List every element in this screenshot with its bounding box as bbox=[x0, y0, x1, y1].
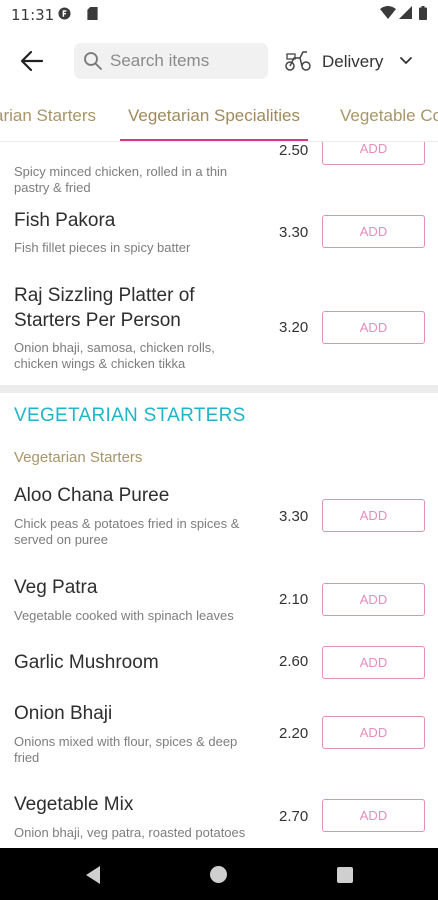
item-price: 2.70 bbox=[279, 808, 309, 825]
section-divider bbox=[0, 385, 438, 393]
item-price: 3.30 bbox=[279, 224, 309, 241]
nav-home-icon[interactable] bbox=[210, 866, 227, 883]
item-name: Raj Sizzling Platter of Starters Per Per… bbox=[14, 285, 195, 331]
item-name: Fish Pakora bbox=[14, 210, 116, 231]
category-tabs: arian Starters Vegetarian Specialities V… bbox=[0, 98, 438, 142]
app-bar: Delivery bbox=[0, 28, 438, 98]
item-price: 2.20 bbox=[279, 725, 309, 742]
item-name: Onion Bhaji bbox=[14, 703, 113, 724]
arrow-left-icon bbox=[20, 50, 44, 72]
item-price: 3.30 bbox=[279, 508, 309, 525]
status-bar: 11:31 bbox=[0, 0, 438, 28]
item-description: Onion bhaji, veg patra, roasted potatoes bbox=[14, 825, 246, 840]
section-title: VEGETARIAN STARTERS bbox=[14, 405, 246, 426]
add-button[interactable]: ADD bbox=[322, 799, 425, 832]
tab-vegetable-co[interactable]: Vegetable Co bbox=[340, 106, 438, 141]
add-button[interactable]: ADD bbox=[322, 583, 425, 616]
tab-vegetarian-starters[interactable]: arian Starters bbox=[0, 106, 96, 141]
item-description: Chick peas & potatoes fried in spices & … bbox=[14, 516, 240, 547]
nav-back-icon[interactable] bbox=[84, 865, 102, 885]
status-time: 11:31 bbox=[11, 6, 55, 24]
add-button[interactable]: ADD bbox=[322, 646, 425, 679]
item-name: Garlic Mushroom bbox=[14, 652, 159, 673]
delivery-label: Delivery bbox=[322, 52, 384, 71]
item-description: Onion bhaji, samosa, chicken rolls, chic… bbox=[14, 340, 215, 371]
delivery-selector[interactable]: Delivery bbox=[284, 46, 424, 76]
add-button[interactable]: ADD bbox=[322, 142, 425, 165]
item-name: Vegetable Mix bbox=[14, 794, 134, 815]
chevron-down-icon bbox=[400, 57, 412, 64]
search-input[interactable] bbox=[110, 43, 260, 79]
nav-recents-icon[interactable] bbox=[337, 867, 353, 883]
add-button[interactable]: ADD bbox=[322, 499, 425, 532]
item-price: 2.10 bbox=[279, 591, 309, 608]
system-nav-bar bbox=[0, 848, 438, 900]
item-name: Veg Patra bbox=[14, 577, 98, 598]
section-subtitle: Vegetarian Starters bbox=[14, 449, 143, 466]
wifi-icon bbox=[380, 6, 396, 19]
item-name: Aloo Chana Puree bbox=[14, 485, 170, 506]
item-description: Fish fillet pieces in spicy batter bbox=[14, 240, 191, 255]
menu-list: Spicy minced chicken, rolled in a thin p… bbox=[0, 142, 438, 848]
back-button[interactable] bbox=[14, 46, 52, 76]
tab-vegetarian-specialities[interactable]: Vegetarian Specialities bbox=[120, 106, 309, 141]
search-box[interactable] bbox=[74, 43, 268, 79]
item-price: 3.20 bbox=[279, 319, 309, 336]
add-button[interactable]: ADD bbox=[322, 716, 425, 749]
item-description: Onions mixed with flour, spices & deep f… bbox=[14, 734, 238, 765]
battery-icon bbox=[419, 6, 427, 20]
add-button[interactable]: ADD bbox=[322, 311, 425, 344]
app-badge-icon bbox=[58, 7, 71, 20]
signal-icon bbox=[399, 6, 412, 19]
scooter-icon bbox=[285, 51, 311, 71]
sd-card-icon bbox=[87, 7, 98, 20]
item-price: 2.50 bbox=[279, 142, 309, 159]
search-icon bbox=[84, 52, 102, 70]
item-description: Vegetable cooked with spinach leaves bbox=[14, 608, 234, 623]
add-button[interactable]: ADD bbox=[322, 215, 425, 248]
item-description: Spicy minced chicken, rolled in a thin p… bbox=[14, 164, 228, 195]
item-price: 2.60 bbox=[279, 653, 309, 670]
